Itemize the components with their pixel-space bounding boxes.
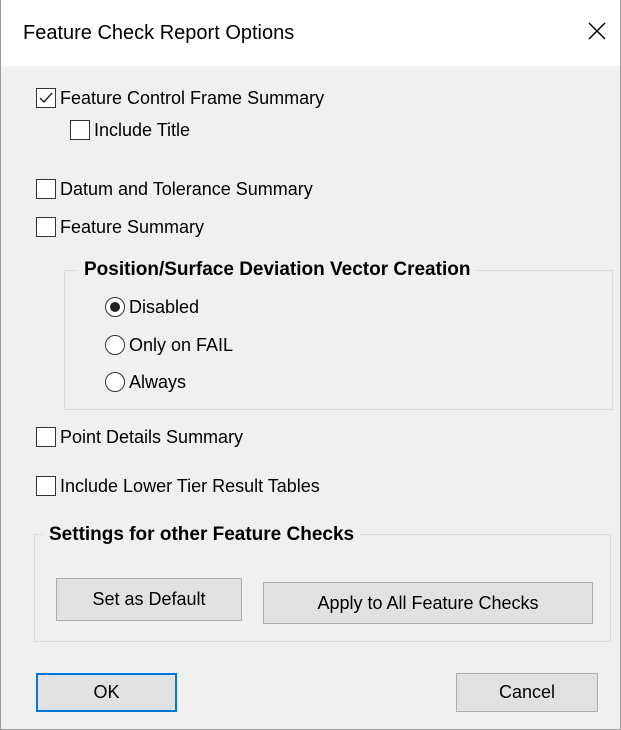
title-bar: Feature Check Report Options (1, 0, 620, 66)
dialog-title: Feature Check Report Options (23, 22, 295, 44)
checkbox-box[interactable] (36, 476, 56, 496)
feature-control-frame-summary-checkbox[interactable]: Feature Control Frame Summary (36, 87, 324, 109)
radio-label: Always (129, 372, 187, 392)
radio-label: Only on FAIL (129, 335, 234, 355)
radio-disabled[interactable]: Disabled (105, 296, 199, 318)
apply-to-all-feature-checks-button[interactable]: Apply to All Feature Checks (263, 582, 593, 624)
radio-button[interactable] (105, 372, 125, 392)
close-icon (588, 22, 606, 40)
checkbox-box[interactable] (36, 217, 56, 237)
radio-button[interactable] (105, 335, 125, 355)
radio-always[interactable]: Always (105, 371, 186, 393)
vector-creation-group-title: Position/Surface Deviation Vector Creati… (78, 258, 477, 282)
settings-group-title: Settings for other Feature Checks (43, 523, 361, 547)
checkbox-label: Datum and Tolerance Summary (60, 179, 313, 199)
checkbox-label: Include Lower Tier Result Tables (60, 476, 320, 496)
feature-summary-checkbox[interactable]: Feature Summary (36, 216, 204, 238)
checkbox-box[interactable] (36, 427, 56, 447)
close-button[interactable] (574, 8, 620, 54)
checkbox-label: Point Details Summary (60, 427, 244, 447)
checkbox-label: Feature Control Frame Summary (60, 88, 325, 108)
radio-only-on-fail[interactable]: Only on FAIL (105, 334, 233, 356)
point-details-summary-checkbox[interactable]: Point Details Summary (36, 426, 243, 448)
checkmark-icon (39, 92, 53, 104)
set-as-default-button[interactable]: Set as Default (56, 578, 242, 621)
datum-tolerance-summary-checkbox[interactable]: Datum and Tolerance Summary (36, 178, 313, 200)
lower-tier-tables-checkbox[interactable]: Include Lower Tier Result Tables (36, 475, 320, 497)
checkbox-box[interactable] (36, 88, 56, 108)
radio-label: Disabled (129, 297, 200, 317)
feature-check-report-options-dialog: Feature Check Report Options Feature Con… (0, 0, 621, 730)
ok-button[interactable]: OK (36, 673, 177, 712)
checkbox-label: Feature Summary (60, 217, 205, 237)
radio-selected-dot (110, 302, 120, 312)
include-title-checkbox[interactable]: Include Title (70, 119, 190, 141)
checkbox-box[interactable] (36, 179, 56, 199)
checkbox-label: Include Title (94, 120, 191, 140)
cancel-button[interactable]: Cancel (456, 673, 598, 712)
checkbox-box[interactable] (70, 120, 90, 140)
radio-button[interactable] (105, 297, 125, 317)
